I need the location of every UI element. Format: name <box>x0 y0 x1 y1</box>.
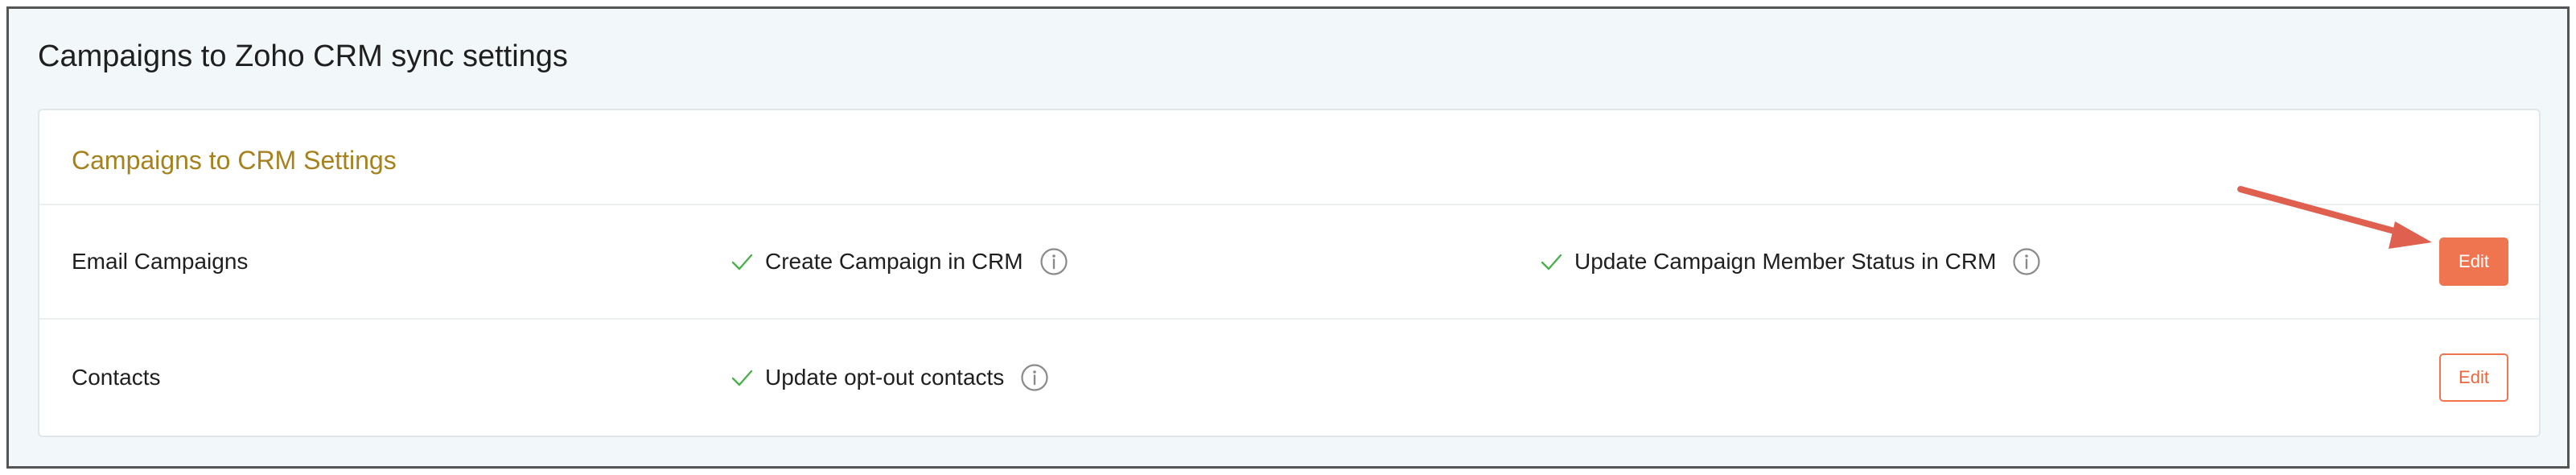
option-label: Update Campaign Member Status in CRM <box>1574 249 1997 274</box>
row-label: Email Campaigns <box>72 249 249 274</box>
section-title: Campaigns to CRM Settings <box>72 146 397 175</box>
option-update-opt-out: Update opt-out contacts <box>730 363 1049 392</box>
page-title: Campaigns to Zoho CRM sync settings <box>38 39 568 73</box>
check-icon <box>731 370 753 386</box>
info-icon[interactable] <box>1039 247 1068 276</box>
settings-row-email-campaigns: Email Campaigns Create Campaign in CRM U… <box>39 205 2539 320</box>
check-icon <box>1541 254 1562 271</box>
section-header: Campaigns to CRM Settings <box>39 110 2539 205</box>
option-label: Create Campaign in CRM <box>765 249 1023 274</box>
settings-window: Campaigns to Zoho CRM sync settings Camp… <box>6 6 2570 469</box>
edit-email-campaigns-button[interactable]: Edit <box>2439 238 2508 286</box>
option-update-member-status: Update Campaign Member Status in CRM <box>1539 247 2041 276</box>
settings-row-contacts: Contacts Update opt-out contacts Edit <box>39 320 2539 436</box>
edit-contacts-button[interactable]: Edit <box>2439 353 2508 402</box>
annotation-arrow-icon <box>2237 186 2432 249</box>
option-label: Update opt-out contacts <box>765 365 1005 390</box>
settings-panel: Campaigns to CRM Settings Email Campaign… <box>38 109 2541 437</box>
option-create-campaign: Create Campaign in CRM <box>730 247 1068 276</box>
check-icon <box>731 254 753 271</box>
info-icon[interactable] <box>2012 247 2041 276</box>
row-label: Contacts <box>72 365 161 390</box>
info-icon[interactable] <box>1020 363 1049 392</box>
